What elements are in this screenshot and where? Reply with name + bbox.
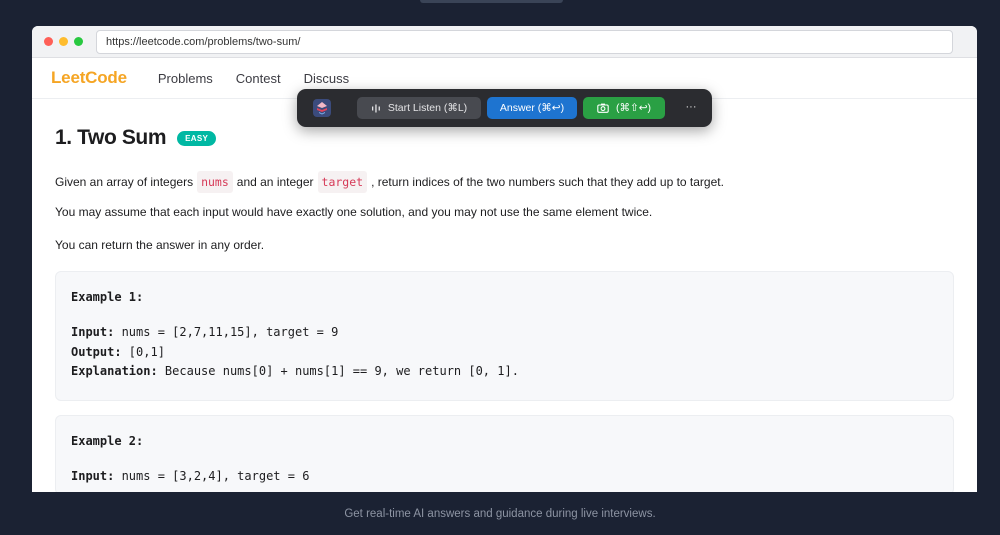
problem-title: 1. Two Sum <box>55 126 167 149</box>
example-title: Example 1: <box>71 290 144 304</box>
tagline: Get real-time AI answers and guidance du… <box>344 508 656 520</box>
start-listen-button[interactable]: Start Listen (⌘L) <box>357 97 481 119</box>
screenshot-button[interactable]: (⌘⇧↩) <box>583 97 665 119</box>
waveform-icon <box>371 104 381 113</box>
input-label: Input: <box>71 469 115 483</box>
app-logo-icon[interactable] <box>313 99 331 117</box>
top-tab-indicator <box>420 0 563 3</box>
output-label: Output: <box>71 344 122 359</box>
description-paragraph-1: Given an array of integers nums and an i… <box>55 171 954 193</box>
difficulty-badge: EASY <box>177 130 217 146</box>
input-label: Input: <box>71 325 115 339</box>
desc-text: and an integer <box>236 175 314 189</box>
close-window-button[interactable] <box>44 37 53 46</box>
address-bar[interactable]: https://leetcode.com/problems/two-sum/ <box>96 30 953 54</box>
desc-text: , return indices of the two numbers such… <box>371 175 724 189</box>
explanation-value: Because nums[0] + nums[1] == 9, we retur… <box>157 364 519 378</box>
example-input-line: Input: nums = [2,7,11,15], target = 9 <box>71 323 938 343</box>
output-value: [0,1] <box>121 344 165 359</box>
start-listen-label: Start Listen (⌘L) <box>387 102 468 114</box>
example-output-line: Output: [0,1] <box>71 343 938 363</box>
answer-label: Answer (⌘↩) <box>499 102 565 114</box>
more-icon[interactable]: ··· <box>683 97 699 119</box>
example-explanation-line: Explanation: Because nums[0] + nums[1] =… <box>71 362 938 382</box>
title-row: 1. Two Sum EASY <box>55 126 954 150</box>
browser-chrome: https://leetcode.com/problems/two-sum/ <box>32 26 977 58</box>
zoom-window-button[interactable] <box>74 37 83 46</box>
nav-problems[interactable]: Problems <box>158 71 213 86</box>
screenshot-label: (⌘⇧↩) <box>615 102 652 114</box>
desc-text: Given an array of integers <box>55 175 194 189</box>
answer-button[interactable]: Answer (⌘↩) <box>487 97 577 119</box>
description-paragraph-2: You may assume that each input would hav… <box>55 205 653 219</box>
minimize-window-button[interactable] <box>59 37 68 46</box>
code-nums: nums <box>197 171 233 193</box>
nav-contest[interactable]: Contest <box>236 71 281 86</box>
input-value: nums = [2,7,11,15], target = 9 <box>114 325 339 339</box>
example-block-1: Example 1: Input: nums = [2,7,11,15], ta… <box>55 271 954 401</box>
code-target: target <box>317 171 368 193</box>
leetcode-logo[interactable]: LeetCode <box>51 68 127 88</box>
example-title: Example 2: <box>71 434 144 448</box>
problem-content: 1. Two Sum EASY Given an array of intege… <box>32 99 977 492</box>
assistant-toolbar: Start Listen (⌘L) Answer (⌘↩) (⌘⇧↩) ··· <box>297 89 712 127</box>
description-paragraph-3: You can return the answer in any order. <box>55 238 265 252</box>
camera-icon <box>597 103 609 113</box>
explanation-label: Explanation: <box>71 364 158 378</box>
example-block-2: Example 2: Input: nums = [3,2,4], target… <box>55 415 954 492</box>
example-input-line: Input: nums = [3,2,4], target = 6 <box>71 467 938 487</box>
nav-discuss[interactable]: Discuss <box>304 71 350 86</box>
input-value: nums = [3,2,4], target = 6 <box>114 469 310 483</box>
